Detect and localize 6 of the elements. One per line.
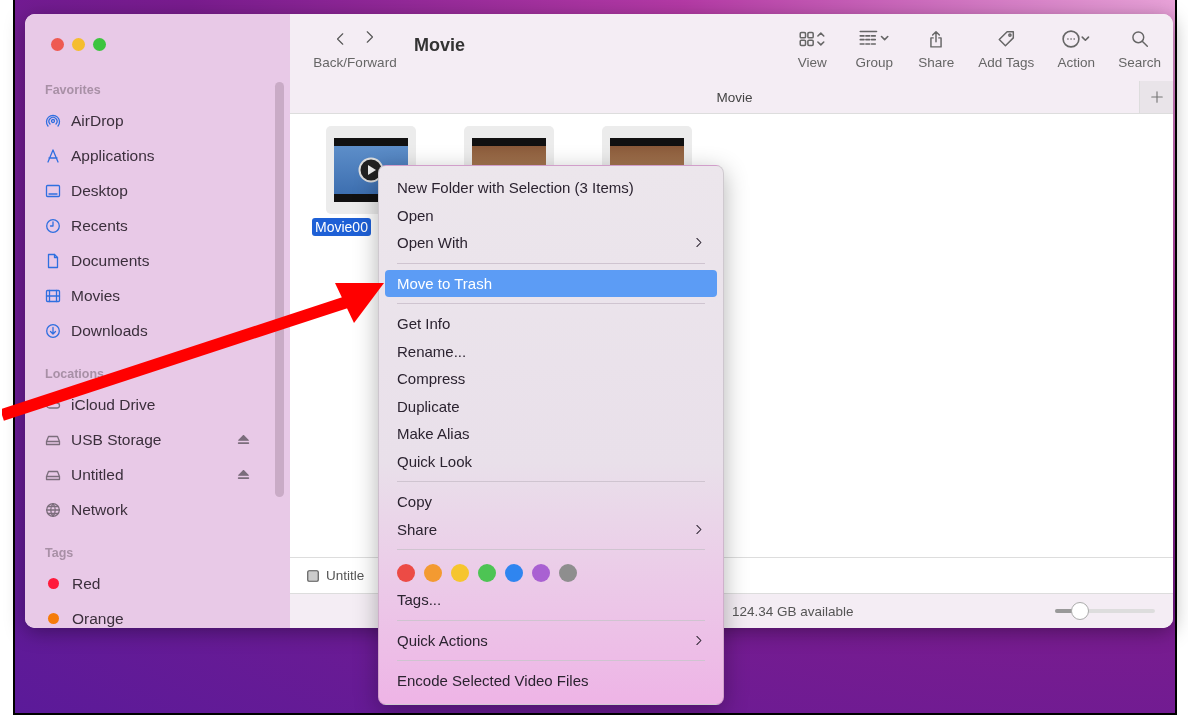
sidebar-heading: Locations — [45, 367, 106, 381]
sidebar-heading: Favorites — [45, 83, 102, 97]
status-text: 124.34 GB available — [732, 603, 855, 619]
sidebar-heading: Tags — [45, 546, 75, 560]
toolbar-label: Back/Forward — [313, 55, 397, 70]
window-title: Movie — [414, 35, 466, 56]
